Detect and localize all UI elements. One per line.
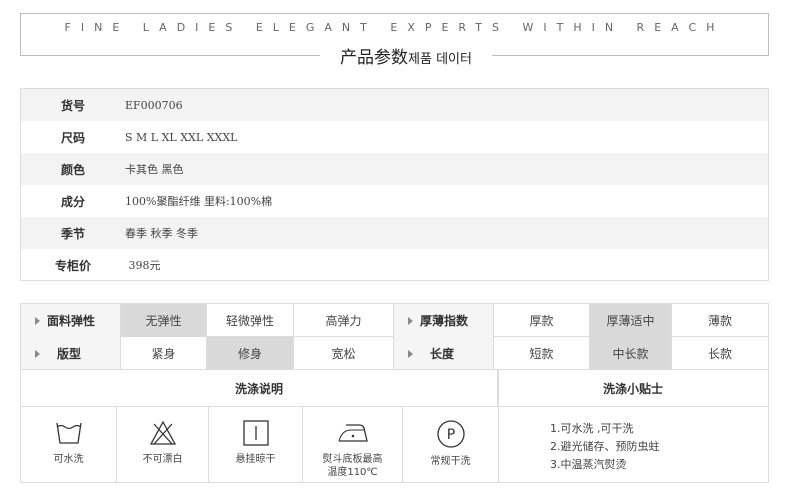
attribute-row-fit-length: 版型 紧身 修身 宽松 长度 短款 中长款 长款 [21, 337, 768, 370]
param-row-sku: 货号 EF000706 [21, 89, 768, 121]
param-value: EF000706 [125, 98, 183, 112]
brand-tagline: FINE LADIES ELEGANT EXPERTS WITHIN REACH [64, 21, 725, 34]
param-row-material: 成分 100%聚酯纤维 里料:100%棉 [21, 185, 768, 217]
svg-text:P: P [446, 427, 454, 443]
triangle-bullet-icon [408, 316, 413, 325]
dry-clean-icon: P [436, 420, 465, 448]
param-row-price: 专柜价 398元 [21, 249, 768, 281]
wash-item-label: 不可漂白 [142, 454, 183, 465]
attribute-option: 厚款 [494, 304, 590, 337]
attribute-option-selected: 厚薄适中 [590, 304, 672, 337]
attributes-grid: 面料弹性 无弹性 轻微弹性 高弹力 厚薄指数 厚款 厚薄适中 薄款 版型 紧身 … [20, 303, 769, 370]
washing-tips-heading: 洗涤小贴士 [498, 370, 768, 407]
section-title-kr: 제품 데이터 [408, 52, 472, 67]
param-value: 春季 秋季 冬季 [125, 227, 198, 240]
washing-tip: 1.可水洗 ,可干洗 [550, 422, 634, 435]
param-row-color: 颜色 卡其色 黑色 [21, 153, 768, 185]
param-value: 398元 [125, 259, 161, 272]
param-label: 季节 [60, 226, 85, 241]
triangle-bullet-icon [408, 349, 413, 358]
no-bleach-icon [149, 420, 176, 445]
param-label: 颜色 [60, 162, 85, 177]
section-title-cn: 产品参数 [340, 48, 409, 68]
wash-item-label: 可水洗 [53, 454, 84, 465]
wash-item-no-bleach: 不可漂白 [117, 407, 209, 482]
attribute-option-selected: 修身 [207, 337, 294, 370]
attribute-category: 面料弹性 [21, 304, 121, 337]
iron-icon [337, 424, 368, 442]
washing-tip: 3.中温蒸汽熨烫 [550, 458, 627, 471]
washing-divider [498, 370, 499, 482]
attribute-option-selected: 中长款 [590, 337, 672, 370]
attribute-row-elasticity-thickness: 面料弹性 无弹性 轻微弹性 高弹力 厚薄指数 厚款 厚薄适中 薄款 [21, 304, 768, 337]
param-value: 100%聚酯纤维 里料:100%棉 [125, 195, 273, 208]
param-row-size: 尺码 S M L XL XXL XXXL [21, 121, 768, 153]
section-title: 产品参数제품 데이터 [320, 43, 492, 68]
param-label: 货号 [60, 98, 85, 113]
attribute-option: 紧身 [121, 337, 207, 370]
attribute-category: 版型 [21, 337, 121, 370]
attribute-option: 薄款 [707, 314, 732, 328]
param-row-season: 季节 春季 秋季 冬季 [21, 217, 768, 249]
attribute-option: 轻微弹性 [207, 304, 294, 337]
param-label: 成分 [60, 194, 85, 209]
wash-item-label: 悬挂晾干 [235, 454, 276, 465]
attribute-option: 短款 [494, 337, 590, 370]
hand-wash-icon [55, 422, 82, 444]
washing-instructions-heading: 洗涤说明 [21, 370, 498, 407]
attribute-option: 宽松 [294, 337, 394, 370]
wash-item-dry-clean: P 常规干洗 [403, 407, 498, 482]
attribute-option-selected: 无弹性 [121, 304, 207, 337]
triangle-bullet-icon [35, 316, 40, 325]
wash-item-label: 熨斗底板最高 温度110℃ [322, 454, 383, 478]
param-label: 尺码 [60, 130, 85, 145]
hang-dry-icon [242, 420, 269, 446]
param-value: S M L XL XXL XXXL [125, 130, 238, 144]
attribute-category: 长度 [394, 337, 494, 370]
wash-item-hand-wash: 可水洗 [21, 407, 117, 482]
attribute-category: 厚薄指数 [394, 304, 494, 337]
wash-item-label: 常规干洗 [430, 456, 471, 467]
washing-tip: 2.避光储存、预防虫蛀 [550, 440, 660, 453]
attribute-option: 高弹力 [294, 304, 394, 337]
param-value: 卡其色 黑色 [125, 163, 184, 176]
washing-tips-list: 1.可水洗 ,可干洗 2.避光储存、预防虫蛀 3.中温蒸汽熨烫 [550, 420, 660, 474]
param-label: 专柜价 [54, 258, 91, 273]
triangle-bullet-icon [35, 349, 40, 358]
wash-item-iron: 熨斗底板最高 温度110℃ [303, 407, 403, 482]
wash-item-hang-dry: 悬挂晾干 [209, 407, 303, 482]
product-params-table: 货号 EF000706 尺码 S M L XL XXL XXXL 颜色 卡其色 … [20, 88, 769, 281]
attribute-option: 长款 [707, 347, 732, 361]
